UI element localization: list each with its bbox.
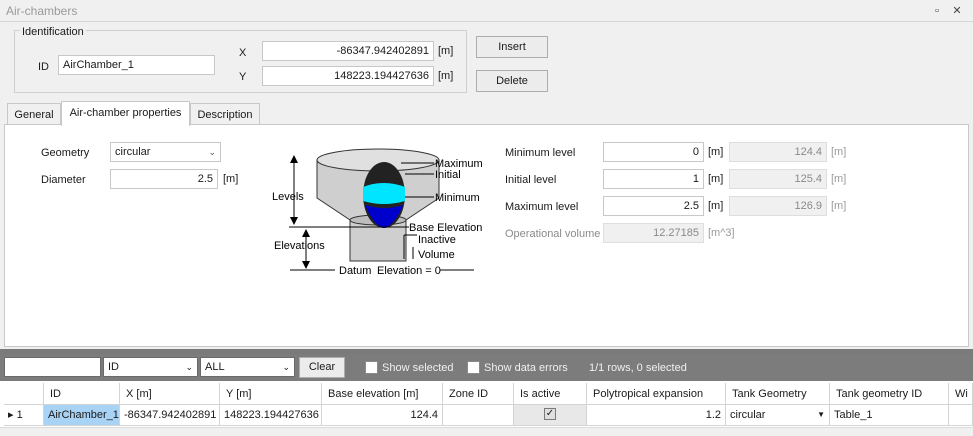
chevron-down-icon: ⌄ — [282, 362, 290, 372]
table-header-tank-geometry[interactable]: Tank Geometry — [726, 383, 830, 405]
show-data-errors-label: Show data errors — [484, 362, 568, 374]
table-cell-base-elevation[interactable]: 124.4 — [322, 405, 443, 426]
minimum-level-unit: [m] — [708, 146, 724, 158]
initial-level-unit: [m] — [708, 173, 724, 185]
geometry-select-value: circular — [115, 146, 151, 158]
initial-level-abs-unit: [m] — [831, 173, 847, 185]
table-cell-is-active[interactable]: ✓ — [514, 405, 587, 426]
chevron-down-icon: ⌄ — [185, 362, 193, 372]
show-selected-label: Show selected — [382, 362, 454, 374]
table-cell-zone-id[interactable] — [443, 405, 514, 426]
table-header-tank-geometry-id[interactable]: Tank geometry ID — [830, 383, 949, 405]
table-cell-id[interactable]: AirChamber_1 — [44, 405, 120, 426]
table-cell-y[interactable]: 148223.194427636 — [220, 405, 322, 426]
minimum-level-abs-field: 124.4 — [729, 142, 827, 162]
diameter-unit: [m] — [223, 173, 239, 185]
show-selected-checkbox[interactable] — [365, 361, 378, 374]
maximum-level-field[interactable]: 2.5 — [603, 196, 704, 216]
table-header-row-indicator — [4, 383, 44, 405]
filter-search-input[interactable] — [4, 357, 101, 377]
id-label: ID — [38, 61, 49, 73]
initial-level-abs-field: 125.4 — [729, 169, 827, 189]
maximum-level-abs-field: 126.9 — [729, 196, 827, 216]
table-header-polytropical-expansion[interactable]: Polytropical expansion — [587, 383, 726, 405]
filter-field-select[interactable]: ID ⌄ — [103, 357, 198, 377]
filter-status-text: 1/1 rows, 0 selected — [589, 362, 687, 374]
filter-scope-select-value: ALL — [205, 361, 225, 373]
x-unit: [m] — [438, 45, 454, 57]
maximum-level-label: Maximum level — [505, 201, 579, 213]
table-cell-polytropical-expansion[interactable]: 1.2 — [587, 405, 726, 426]
tab-general[interactable]: General — [7, 103, 61, 125]
diagram-levels-label: Levels — [272, 191, 304, 203]
table-header-base-elevation[interactable]: Base elevation [m] — [322, 383, 443, 405]
tank-geometry-value: circular — [730, 409, 766, 421]
restore-icon[interactable]: ▫ — [930, 4, 944, 18]
diagram-elevations-label: Elevations — [274, 240, 325, 252]
delete-button[interactable]: Delete — [476, 70, 548, 92]
minimum-level-label: Minimum level — [505, 147, 576, 159]
x-field[interactable]: -86347.942402891 — [262, 41, 434, 61]
table-cell-wi[interactable] — [949, 405, 973, 426]
diagram-base-elevation-label: Base Elevation — [409, 222, 482, 234]
table-cell-tank-geometry[interactable]: circular ▼ — [726, 405, 830, 426]
table-row-indicator[interactable]: ▸ 1 — [4, 405, 44, 426]
clear-button[interactable]: Clear — [299, 357, 345, 378]
diagram-elevation-zero-label: Elevation = 0 — [377, 265, 441, 277]
maximum-level-abs-unit: [m] — [831, 200, 847, 212]
minimum-level-field[interactable]: 0 — [603, 142, 704, 162]
dropdown-arrow-icon[interactable]: ▼ — [817, 405, 825, 425]
y-label: Y — [239, 71, 247, 83]
initial-level-label: Initial level — [505, 174, 557, 186]
id-field[interactable]: AirChamber_1 — [58, 55, 215, 75]
insert-button[interactable]: Insert — [476, 36, 548, 58]
tab-air-chamber-properties[interactable]: Air-chamber properties — [61, 101, 190, 126]
geometry-select[interactable]: circular ⌄ — [110, 142, 221, 162]
geometry-label: Geometry — [41, 147, 90, 159]
diagram-minimum-label: Minimum — [435, 192, 480, 204]
diagram-datum-label: Datum — [339, 265, 371, 277]
initial-level-field[interactable]: 1 — [603, 169, 704, 189]
row-pointer-icon: ▸ — [8, 409, 14, 421]
diagram-inactive-label: Inactive — [418, 234, 456, 246]
table-header-y[interactable]: Y [m] — [220, 383, 322, 405]
maximum-level-unit: [m] — [708, 200, 724, 212]
filter-scope-select[interactable]: ALL ⌄ — [200, 357, 295, 377]
operational-volume-label: Operational volume — [505, 228, 601, 240]
table-header-is-active[interactable]: Is active — [514, 383, 587, 405]
air-chamber-diagram: Maximum Initial Minimum Levels Base Elev… — [272, 148, 483, 277]
diagram-initial-label: Initial — [435, 169, 461, 181]
y-field[interactable]: 148223.194427636 — [262, 66, 434, 86]
row-number: 1 — [16, 409, 23, 421]
table-cell-x[interactable]: -86347.942402891 — [120, 405, 220, 426]
operational-volume-unit: [m^3] — [708, 227, 735, 239]
is-active-checkbox-checked-icon[interactable]: ✓ — [544, 408, 556, 420]
operational-water-shape — [363, 183, 405, 204]
table-header-wi[interactable]: Wi — [949, 383, 973, 405]
x-label: X — [239, 47, 247, 59]
diameter-label: Diameter — [41, 174, 86, 186]
table-header-x[interactable]: X [m] — [120, 383, 220, 405]
close-icon[interactable]: ✕ — [950, 4, 964, 18]
table-header-zone-id[interactable]: Zone ID — [443, 383, 514, 405]
chevron-down-icon: ⌄ — [208, 147, 216, 157]
show-data-errors-checkbox[interactable] — [467, 361, 480, 374]
table-header-id[interactable]: ID — [44, 383, 120, 405]
tab-description[interactable]: Description — [190, 103, 260, 125]
diameter-field[interactable]: 2.5 — [110, 169, 218, 189]
filter-field-select-value: ID — [108, 361, 119, 373]
y-unit: [m] — [438, 70, 454, 82]
window-titlebar: Air-chambers ▫ ✕ — [0, 0, 973, 22]
table-horizontal-scrollbar[interactable] — [0, 427, 973, 436]
table-cell-tank-geometry-id[interactable]: Table_1 — [830, 405, 949, 426]
identification-group-label: Identification — [20, 26, 86, 38]
operational-volume-field: 12.27185 — [603, 223, 704, 243]
minimum-level-abs-unit: [m] — [831, 146, 847, 158]
window-title: Air-chambers — [6, 4, 78, 18]
diagram-volume-label: Volume — [418, 249, 455, 261]
